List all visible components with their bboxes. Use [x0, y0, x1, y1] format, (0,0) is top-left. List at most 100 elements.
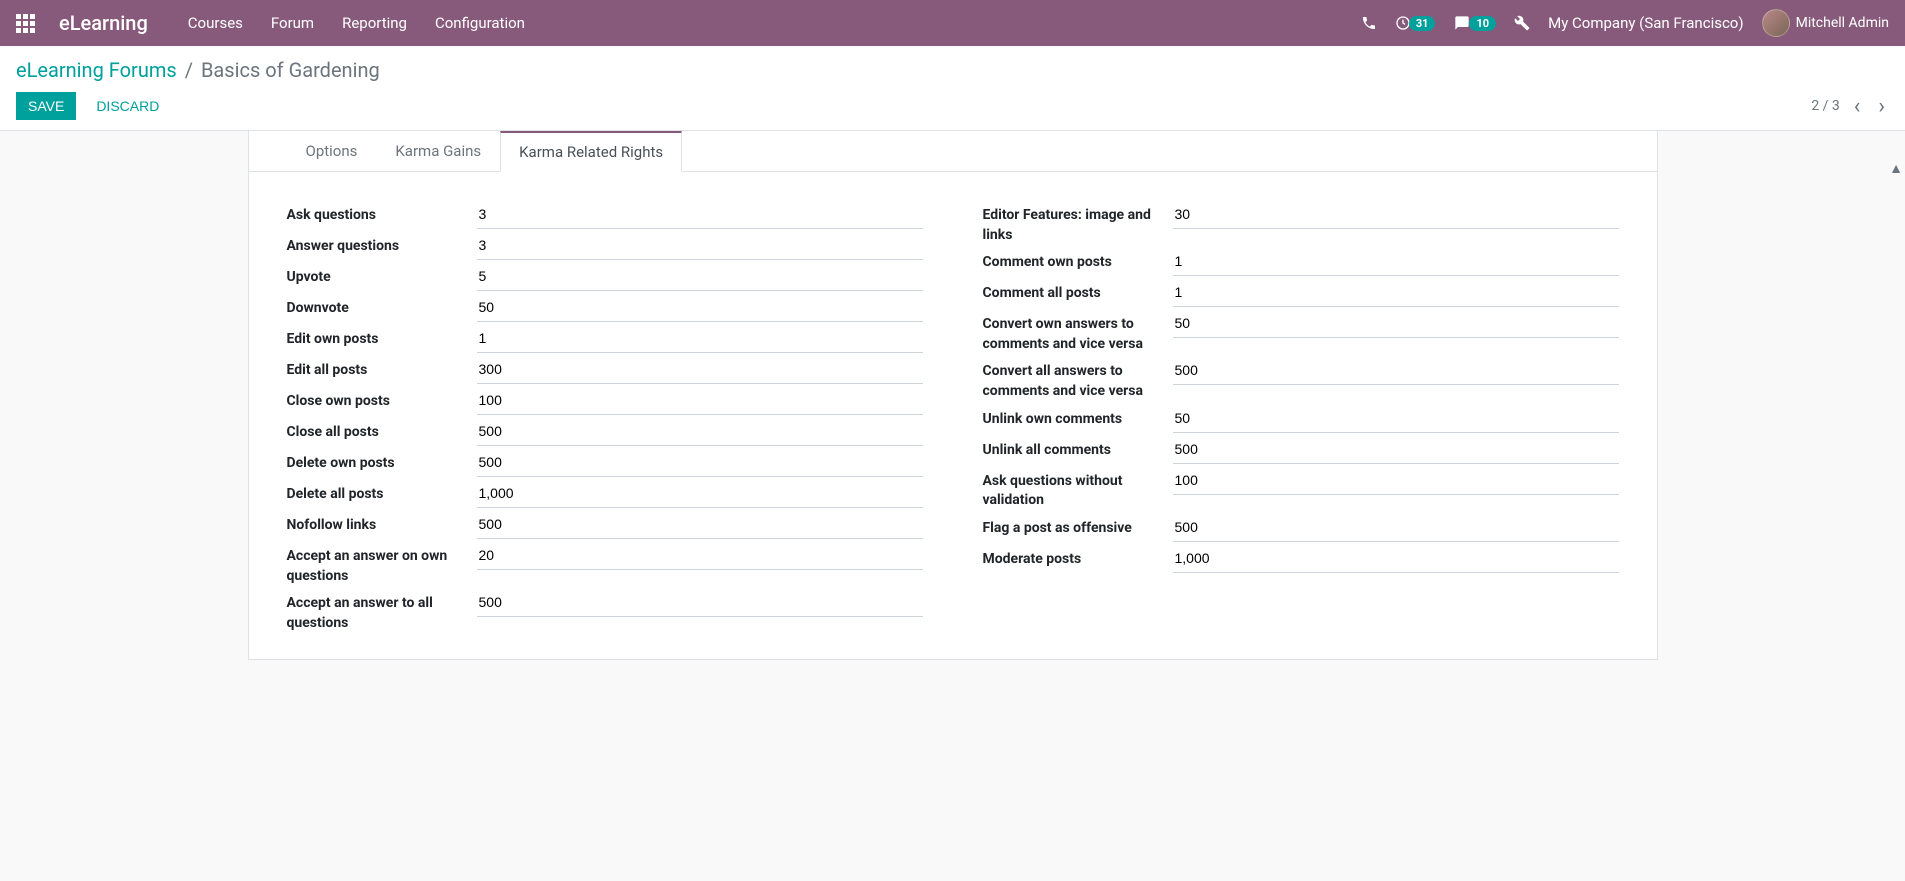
field-input-wrap [477, 448, 923, 477]
karma-input[interactable] [477, 324, 923, 353]
field-input-wrap [477, 200, 923, 229]
field-row: Downvote [287, 293, 923, 322]
karma-input[interactable] [477, 231, 923, 260]
field-input-wrap [1173, 513, 1619, 542]
karma-input[interactable] [1173, 356, 1619, 385]
left-column: Ask questions Answer questionsUpvoteDownv… [287, 200, 923, 635]
nav-courses[interactable]: Courses [188, 14, 243, 32]
field-row: Unlink all comments [983, 435, 1619, 464]
field-input-wrap [477, 510, 923, 539]
karma-input[interactable] [477, 448, 923, 477]
tab-karma-rights[interactable]: Karma Related Rights [500, 131, 682, 172]
field-label: Edit own posts [287, 324, 477, 350]
breadcrumb: eLearning Forums / Basics of Gardening [16, 58, 1889, 82]
field-row: Edit own posts [287, 324, 923, 353]
field-input-wrap [1173, 247, 1619, 276]
nav-forum[interactable]: Forum [271, 14, 314, 32]
field-label: Downvote [287, 293, 477, 319]
user-name: Mitchell Admin [1796, 15, 1889, 31]
karma-input[interactable] [1173, 435, 1619, 464]
field-input-wrap [477, 262, 923, 291]
field-row: Accept an answer on own questions [287, 541, 923, 586]
karma-input[interactable] [477, 386, 923, 415]
field-label: Moderate posts [983, 544, 1173, 570]
activity-icon[interactable]: 31 [1395, 15, 1436, 31]
field-input-wrap [1173, 200, 1619, 229]
field-row: Accept an answer to all questions [287, 588, 923, 633]
karma-input[interactable] [477, 541, 923, 570]
pager: 2 / 3 ‹ › [1811, 94, 1889, 119]
field-input-wrap [1173, 309, 1619, 338]
field-row: Convert all answers to comments and vice… [983, 356, 1619, 401]
pager-prev[interactable]: ‹ [1850, 94, 1865, 119]
brand[interactable]: eLearning [59, 11, 148, 35]
field-row: Close all posts [287, 417, 923, 446]
user-menu[interactable]: Mitchell Admin [1762, 9, 1889, 37]
company-switcher[interactable]: My Company (San Francisco) [1548, 14, 1743, 32]
nav-menu: Courses Forum Reporting Configuration [188, 14, 525, 32]
breadcrumb-current: Basics of Gardening [201, 58, 380, 82]
karma-input[interactable] [477, 588, 923, 617]
phone-icon[interactable] [1361, 15, 1377, 31]
field-label: Editor Features: image and links [983, 200, 1173, 245]
karma-input[interactable] [477, 293, 923, 322]
nav-configuration[interactable]: Configuration [435, 14, 525, 32]
tabs: Options Karma Gains Karma Related Rights [249, 131, 1657, 172]
topbar-right: 31 10 My Company (San Francisco) Mitchel… [1361, 9, 1889, 37]
field-input-wrap [477, 417, 923, 446]
field-input-wrap [477, 386, 923, 415]
karma-input[interactable] [477, 200, 923, 229]
field-input-wrap [477, 541, 923, 570]
karma-input[interactable] [477, 417, 923, 446]
breadcrumb-separator: / [185, 58, 193, 82]
field-label: Delete all posts [287, 479, 477, 505]
debug-icon[interactable] [1514, 15, 1530, 31]
field-label: Ask questions without validation [983, 466, 1173, 511]
karma-input[interactable] [1173, 513, 1619, 542]
field-row: Comment all posts [983, 278, 1619, 307]
karma-input[interactable] [1173, 309, 1619, 338]
breadcrumb-parent[interactable]: eLearning Forums [16, 58, 177, 82]
field-input-wrap [477, 231, 923, 260]
karma-input[interactable] [477, 262, 923, 291]
field-input-wrap [1173, 404, 1619, 433]
field-row: Delete all posts [287, 479, 923, 508]
karma-input[interactable] [477, 479, 923, 508]
field-input-wrap [477, 324, 923, 353]
field-label: Comment all posts [983, 278, 1173, 304]
field-row: Flag a post as offensive [983, 513, 1619, 542]
right-column: Editor Features: image and links Comment … [983, 200, 1619, 635]
avatar [1762, 9, 1790, 37]
field-label: Unlink own comments [983, 404, 1173, 430]
karma-input[interactable] [1173, 544, 1619, 573]
field-row: Ask questions [287, 200, 923, 229]
field-row: Unlink own comments [983, 404, 1619, 433]
field-row: Upvote [287, 262, 923, 291]
field-input-wrap [477, 355, 923, 384]
karma-input[interactable] [1173, 200, 1619, 229]
field-row: Answer questions [287, 231, 923, 260]
pager-next[interactable]: › [1874, 94, 1889, 119]
karma-input[interactable] [1173, 278, 1619, 307]
field-input-wrap [477, 479, 923, 508]
nav-reporting[interactable]: Reporting [342, 14, 407, 32]
field-label: Nofollow links [287, 510, 477, 536]
tab-options[interactable]: Options [287, 131, 377, 172]
karma-input[interactable] [1173, 404, 1619, 433]
tab-karma-gains[interactable]: Karma Gains [376, 131, 500, 172]
apps-icon[interactable] [16, 14, 35, 33]
field-row: Ask questions without validation [983, 466, 1619, 511]
field-row: Edit all posts [287, 355, 923, 384]
karma-input[interactable] [477, 355, 923, 384]
scroll-up-arrow[interactable]: ▲ [1889, 160, 1903, 177]
karma-input[interactable] [477, 510, 923, 539]
discard-button[interactable]: Discard [84, 92, 171, 120]
field-label: Unlink all comments [983, 435, 1173, 461]
messages-icon[interactable]: 10 [1453, 15, 1496, 31]
karma-input[interactable] [1173, 247, 1619, 276]
save-button[interactable]: Save [16, 92, 76, 120]
karma-input[interactable] [1173, 466, 1619, 495]
field-row: Delete own posts [287, 448, 923, 477]
field-label: Convert own answers to comments and vice… [983, 309, 1173, 354]
field-label: Ask questions [287, 200, 477, 226]
